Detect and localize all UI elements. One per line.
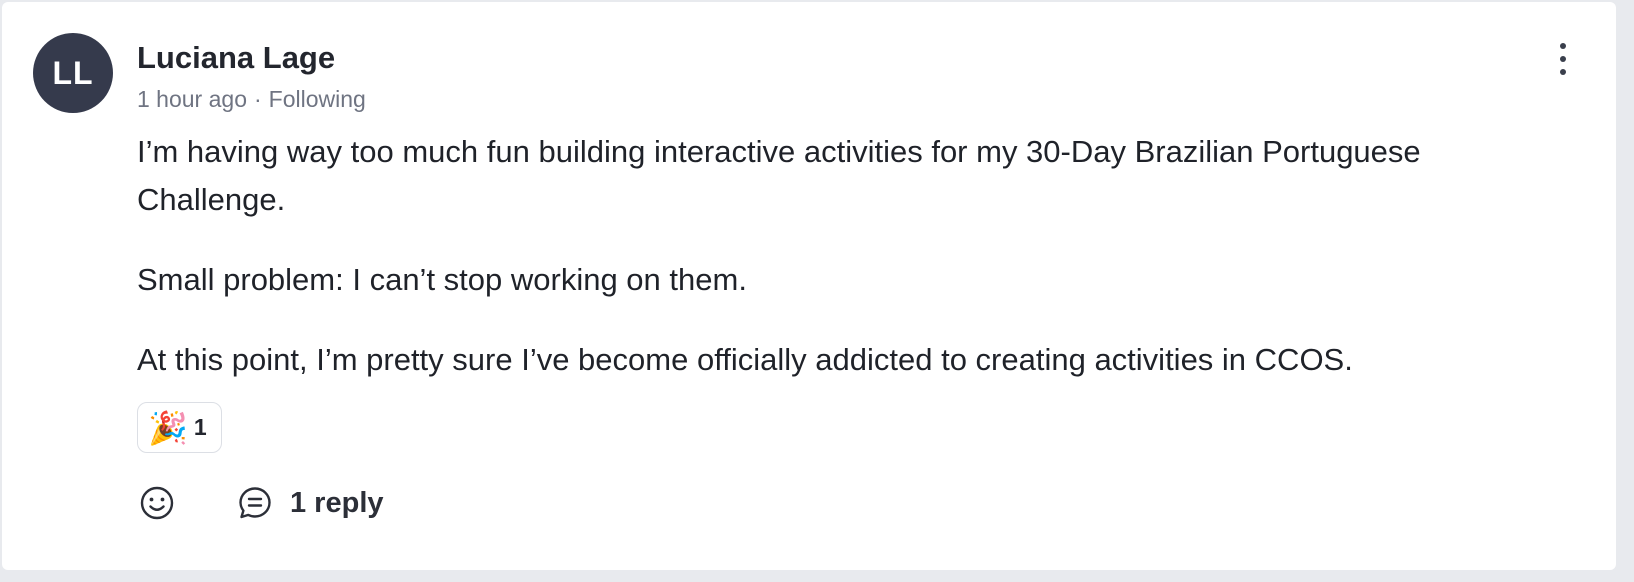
- more-vertical-icon: [1560, 43, 1566, 49]
- reply-count-label: 1 reply: [290, 486, 384, 519]
- follow-status[interactable]: Following: [269, 86, 366, 113]
- party-popper-icon: 🎉: [148, 409, 188, 446]
- post-paragraph: I’m having way too much fun building int…: [137, 134, 1421, 217]
- post-paragraph: At this point, I’m pretty sure I’ve beco…: [137, 342, 1353, 377]
- avatar[interactable]: LL: [33, 33, 113, 113]
- post-actions: 1 reply: [140, 486, 384, 520]
- reaction-chip[interactable]: 🎉 1: [137, 402, 222, 453]
- meta-separator: ·: [253, 86, 262, 112]
- more-dot: [1560, 56, 1566, 62]
- post-paragraph: Small problem: I can’t stop working on t…: [137, 262, 747, 297]
- post-time: 1 hour ago: [137, 86, 247, 112]
- more-options-button[interactable]: [1545, 38, 1581, 80]
- avatar-initials: LL: [52, 54, 94, 91]
- reaction-count: 1: [193, 414, 207, 440]
- post-card: LL Luciana Lage 1 hour ago · Following I…: [2, 2, 1616, 570]
- reply-button[interactable]: 1 reply: [238, 486, 384, 520]
- author-name[interactable]: Luciana Lage: [137, 40, 335, 76]
- comment-icon: [239, 487, 271, 519]
- post-meta: 1 hour ago · Following: [137, 86, 366, 113]
- post-body: I’m having way too much fun building int…: [137, 128, 1577, 384]
- smile-icon: [140, 486, 174, 520]
- more-dot: [1560, 69, 1566, 75]
- add-reaction-button[interactable]: [140, 486, 174, 520]
